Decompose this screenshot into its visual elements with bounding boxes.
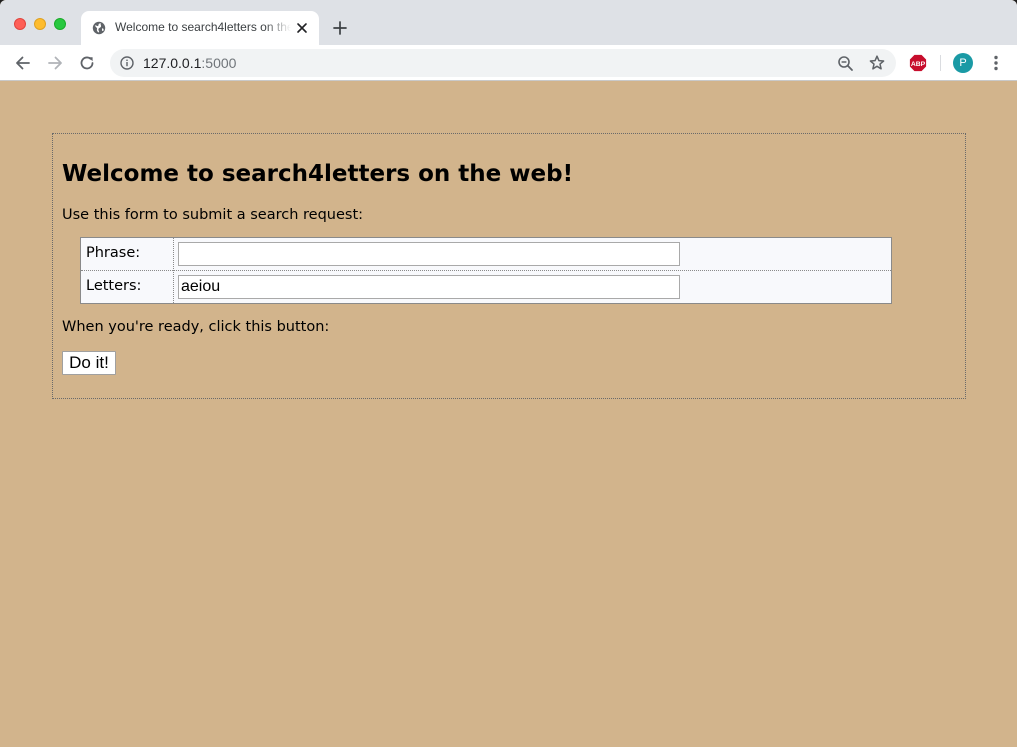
search-form-table: Phrase: Letters: [80, 237, 892, 304]
info-icon[interactable] [120, 56, 134, 70]
page-viewport: Welcome to search4letters on the web! Us… [0, 82, 1017, 747]
reload-icon[interactable] [77, 53, 97, 73]
button-prompt-text: When you're ready, click this button: [62, 319, 330, 335]
browser-window: Welcome to search4letters on the web! [0, 0, 1017, 747]
url-port: :5000 [201, 55, 237, 71]
profile-avatar[interactable]: P [953, 53, 973, 73]
url-text[interactable]: 127.0.0.1:5000 [143, 55, 236, 71]
address-bar[interactable]: 127.0.0.1:5000 [110, 49, 896, 77]
browser-toolbar: 127.0.0.1:5000 ABP P [0, 45, 1017, 81]
tab-strip: Welcome to search4letters on the web! [0, 0, 1017, 45]
minimize-window-button[interactable] [34, 18, 46, 30]
url-host: 127.0.0.1 [143, 55, 202, 71]
zoom-out-icon[interactable] [837, 55, 854, 72]
intro-text: Use this form to submit a search request… [62, 207, 364, 223]
adblock-label: ABP [911, 61, 926, 68]
letters-label: Letters: [86, 278, 142, 294]
globe-icon [92, 21, 106, 35]
maximize-window-button[interactable] [54, 18, 66, 30]
tab-title: Welcome to search4letters on the web! [115, 20, 291, 34]
content-wrapper: Welcome to search4letters on the web! Us… [52, 133, 966, 399]
letters-input[interactable] [178, 275, 680, 299]
adblock-extension-icon[interactable]: ABP [909, 54, 927, 72]
phrase-input[interactable] [178, 242, 680, 266]
arrow-right-icon[interactable] [45, 53, 65, 73]
close-icon[interactable] [295, 21, 309, 35]
close-window-button[interactable] [14, 18, 26, 30]
plus-icon[interactable] [331, 19, 349, 37]
arrow-left-icon[interactable] [13, 53, 33, 73]
star-icon[interactable] [868, 54, 886, 72]
toolbar-separator [940, 55, 941, 71]
page-title: Welcome to search4letters on the web! [62, 161, 574, 187]
row-divider [81, 270, 891, 271]
phrase-label: Phrase: [86, 245, 141, 261]
kebab-menu-icon[interactable] [986, 53, 1006, 73]
do-it-button[interactable]: Do it! [62, 351, 116, 375]
column-divider [173, 238, 174, 303]
tab-active[interactable]: Welcome to search4letters on the web! [81, 11, 319, 45]
